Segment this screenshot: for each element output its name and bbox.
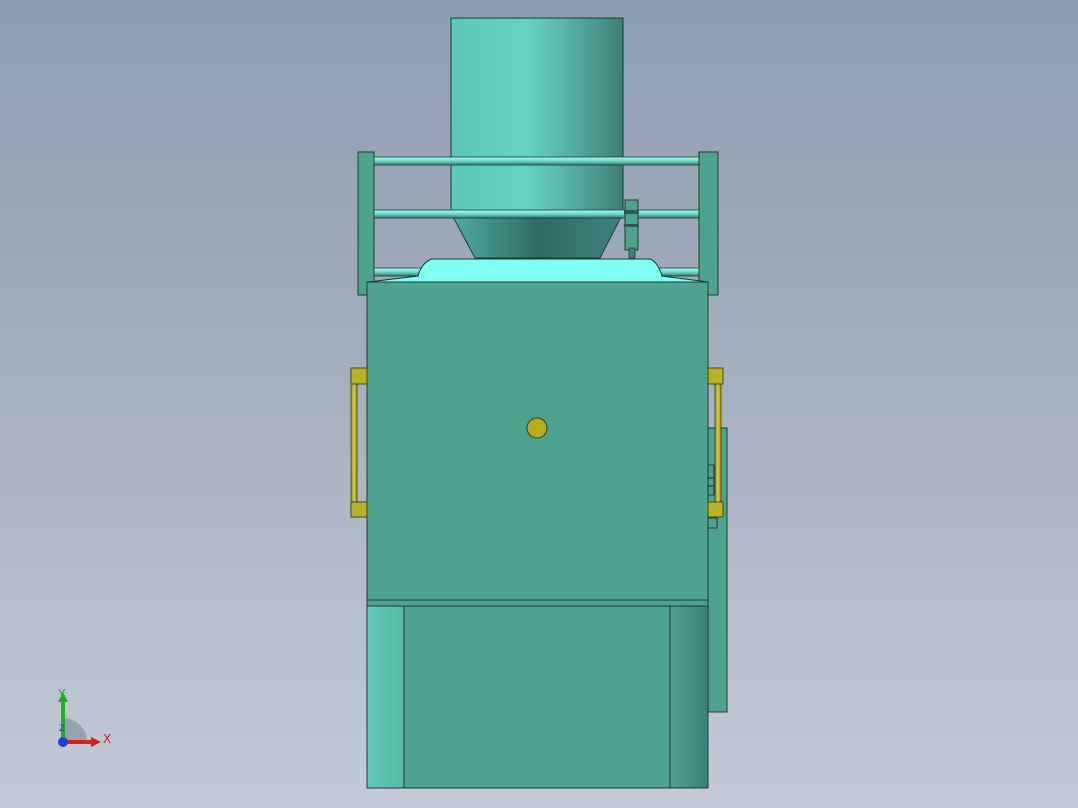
machine-model[interactable]: [0, 0, 1078, 808]
signal-tower[interactable]: [624, 199, 639, 259]
hopper-cylinder[interactable]: [450, 17, 624, 214]
y-axis-label: Y: [58, 687, 66, 701]
cad-viewport[interactable]: Y X Z: [0, 0, 1078, 808]
left-handle[interactable]: [350, 367, 368, 518]
z-axis-label: Z: [59, 724, 66, 734]
main-body[interactable]: [366, 281, 709, 601]
railing-bar-middle[interactable]: [373, 209, 700, 219]
railing-post-right[interactable]: [698, 151, 719, 296]
base-leg-left[interactable]: [366, 605, 405, 789]
indicator-light[interactable]: [526, 417, 548, 439]
hopper-cone[interactable]: [450, 212, 624, 259]
body-seam: [366, 599, 709, 607]
railing-bar-top[interactable]: [373, 156, 700, 166]
x-axis-label: X: [103, 732, 112, 746]
base-leg-right[interactable]: [669, 605, 709, 789]
base-center[interactable]: [403, 605, 671, 789]
hopper[interactable]: [450, 17, 624, 259]
railing-post-left[interactable]: [357, 151, 375, 296]
coordinate-triad: Y X Z: [48, 682, 120, 752]
